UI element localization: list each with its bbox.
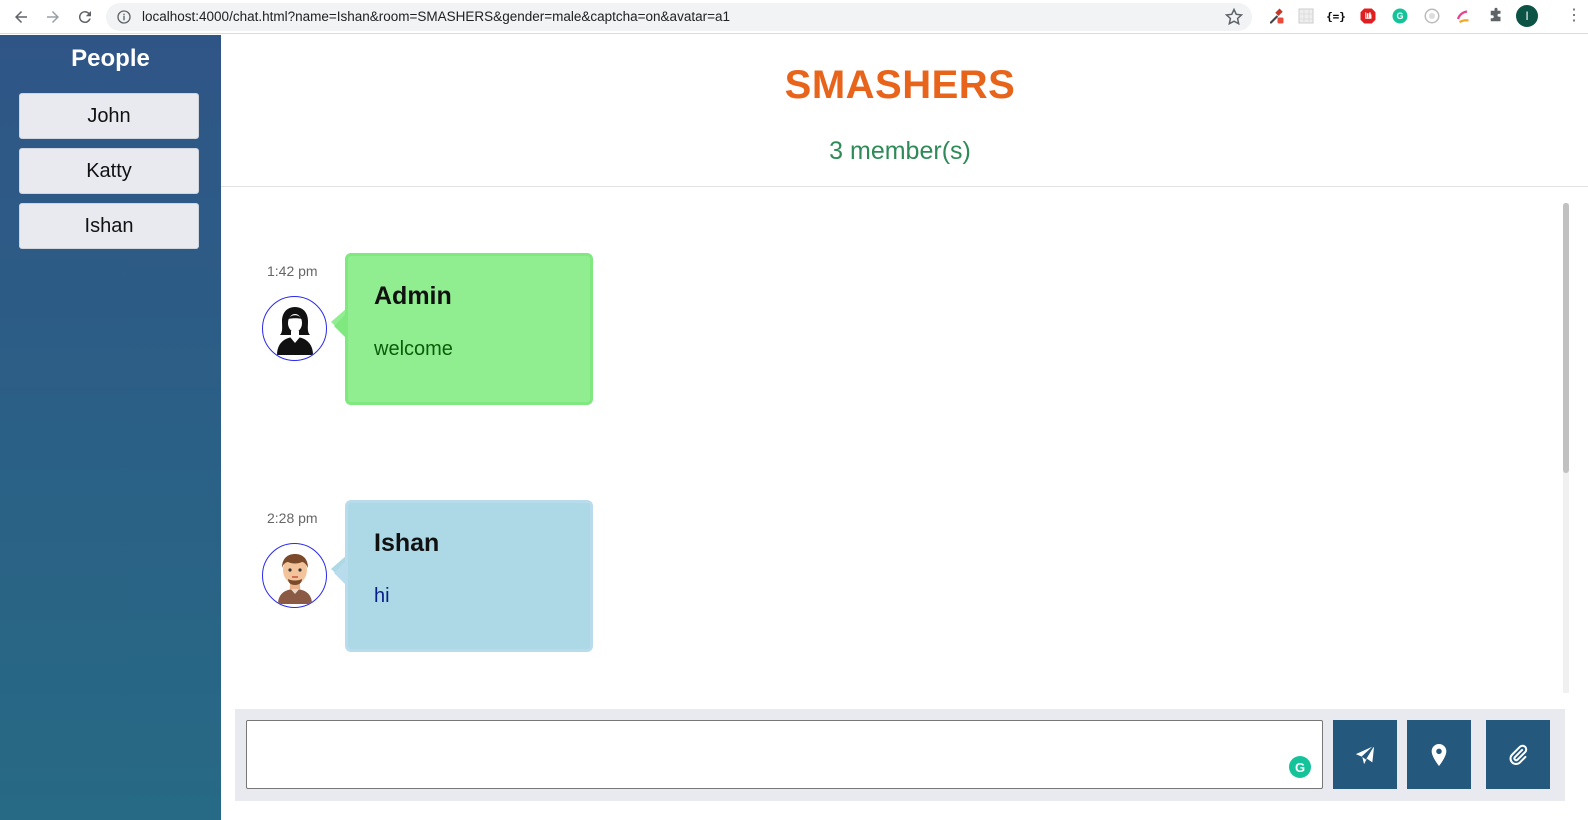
bookmark-star-icon[interactable] (1224, 7, 1244, 27)
compose-bar: G (235, 709, 1565, 801)
svg-text:G: G (1396, 11, 1403, 21)
arrow-right-icon (47, 11, 59, 23)
message-text: hi (374, 585, 390, 607)
message-scrollbar[interactable] (1563, 203, 1569, 693)
person-item-ishan[interactable]: Ishan (19, 203, 199, 249)
reload-icon (78, 11, 91, 24)
message-item: 2:28 pm Ishan hi (221, 500, 821, 670)
male-avatar-icon (277, 553, 312, 604)
chat-main: SMASHERS 3 member(s) 1:42 pm Admin welco… (221, 35, 1588, 820)
message-text: welcome (374, 338, 453, 360)
grid-extension-icon[interactable] (1296, 6, 1316, 26)
arrow-left-icon (15, 11, 27, 23)
send-button[interactable] (1333, 720, 1397, 789)
profile-avatar[interactable]: I (1516, 5, 1538, 27)
adblock-extension-icon[interactable] (1358, 6, 1378, 26)
json-extension-icon[interactable]: {=} (1326, 6, 1346, 26)
paperclip-icon (1509, 744, 1528, 765)
room-title: SMASHERS (784, 63, 1016, 107)
sidebar-title: People (71, 45, 150, 72)
avatar (262, 543, 327, 608)
member-count: 3 member(s) (829, 137, 971, 165)
browser-toolbar: localhost:4000/chat.html?name=Ishan&room… (0, 0, 1588, 34)
forward-button[interactable] (41, 5, 65, 29)
message-item: 1:42 pm Admin welcome (221, 253, 821, 423)
female-avatar-icon (276, 306, 313, 355)
send-icon (1355, 744, 1375, 764)
location-pin-icon (1431, 743, 1447, 766)
message-sender: Admin (374, 282, 452, 310)
message-sender: Ishan (374, 529, 440, 557)
info-icon[interactable] (116, 9, 132, 25)
message-input[interactable] (246, 720, 1323, 789)
message-bubble: Ishan hi (334, 500, 593, 652)
target-extension-icon[interactable] (1422, 6, 1442, 26)
back-button[interactable] (9, 5, 33, 29)
grammarly-icon[interactable]: G (1289, 756, 1311, 778)
avatar (262, 296, 327, 361)
address-bar[interactable]: localhost:4000/chat.html?name=Ishan&room… (106, 3, 1252, 31)
scroll-thumb[interactable] (1563, 203, 1569, 473)
people-sidebar: People John Katty Ishan (0, 35, 221, 820)
url-text[interactable]: localhost:4000/chat.html?name=Ishan&room… (142, 9, 730, 24)
message-bubble: Admin welcome (334, 253, 593, 405)
message-time: 2:28 pm (267, 510, 318, 526)
attach-file-button[interactable] (1486, 720, 1550, 789)
message-list[interactable]: 1:42 pm Admin welcome 2:28 pm Ishan hi (221, 187, 1567, 693)
eyedropper-extension-icon[interactable] (1266, 6, 1286, 26)
grammarly-extension-icon[interactable]: G (1390, 6, 1410, 26)
message-time: 1:42 pm (267, 263, 318, 279)
person-item-katty[interactable]: Katty (19, 148, 199, 194)
person-item-john[interactable]: John (19, 93, 199, 139)
share-location-button[interactable] (1407, 720, 1471, 789)
reload-button[interactable] (73, 5, 97, 29)
pencil-extension-icon[interactable] (1454, 6, 1474, 26)
puzzle-extensions-icon[interactable] (1486, 6, 1506, 26)
browser-menu-icon[interactable]: ⋮ (1566, 6, 1582, 28)
